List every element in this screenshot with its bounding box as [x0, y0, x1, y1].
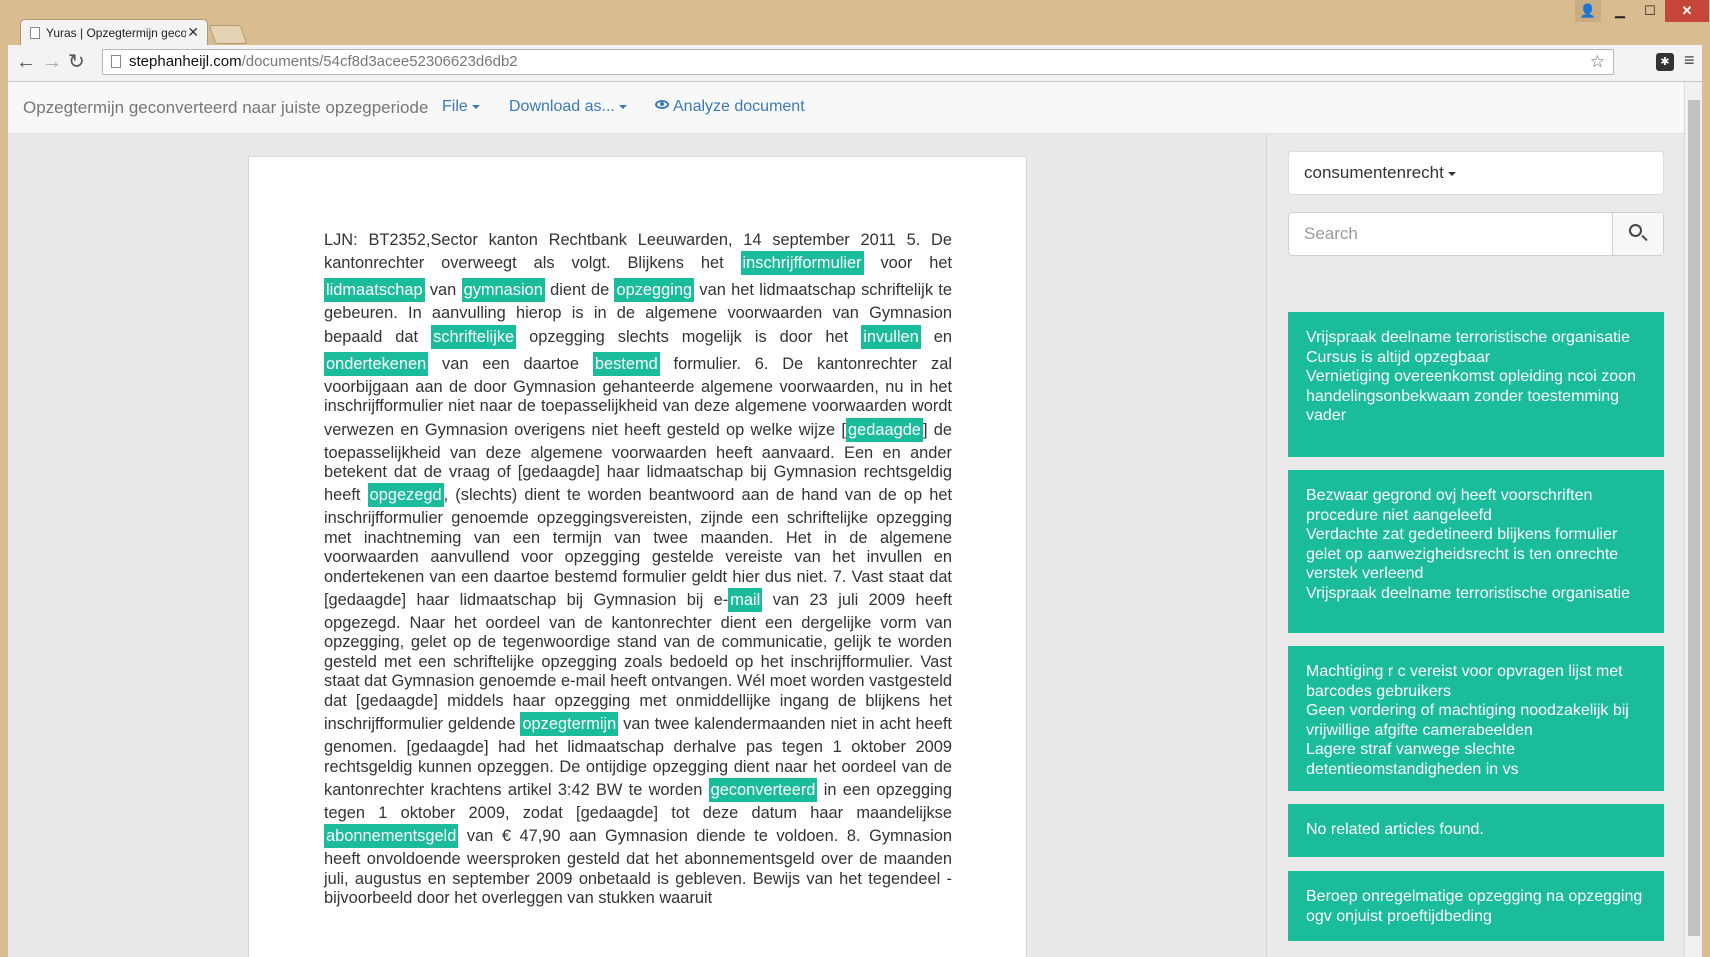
related-article-link[interactable]: No related articles found.: [1306, 820, 1646, 840]
search-box: [1288, 212, 1664, 256]
address-bar[interactable]: stephanheijl.com/documents/54cf8d3acee52…: [102, 49, 1614, 75]
url-domain: stephanheijl.com: [129, 53, 242, 70]
search-button[interactable]: [1612, 213, 1663, 255]
related-article-card: Beroep onregelmatige opzegging na opzegg…: [1288, 871, 1664, 941]
file-label: File: [442, 98, 468, 115]
new-tab-button[interactable]: [208, 25, 248, 44]
caret-down-icon: [618, 104, 627, 109]
highlighted-term[interactable]: mail: [728, 588, 763, 613]
browser-window: Yuras | Opzegtermijn geco ✕ 👤 ▁ ☐ ✕ ← → …: [0, 0, 1710, 957]
back-arrow-icon[interactable]: ←: [16, 51, 36, 73]
scrollbar-thumb[interactable]: [1688, 100, 1700, 936]
page-viewport: Opzegtermijn geconverteerd naar juiste o…: [8, 82, 1702, 957]
related-article-card: No related articles found.: [1288, 804, 1664, 857]
highlighted-term[interactable]: inschrijfformulier: [740, 251, 864, 276]
highlighted-term[interactable]: bestemd: [592, 351, 660, 376]
category-label: consumentenrecht: [1304, 163, 1444, 182]
related-article-link[interactable]: Bezwaar gegrond ovj heeft voorschriften …: [1306, 486, 1646, 525]
page-icon: [111, 55, 121, 68]
related-article-link[interactable]: Vernietiging overeenkomst opleiding ncoi…: [1306, 367, 1646, 426]
maximize-button[interactable]: ☐: [1635, 0, 1665, 22]
browser-toolbar: ← → ↻ stephanheijl.com/documents/54cf8d3…: [8, 45, 1702, 82]
related-article-link[interactable]: Machtiging r c vereist voor opvragen lij…: [1306, 662, 1646, 701]
highlighted-term[interactable]: gedaagde: [846, 417, 923, 442]
highlighted-term[interactable]: abonnementsgeld: [324, 824, 459, 849]
highlighted-term[interactable]: gymnasion: [461, 278, 545, 303]
related-article-card: Machtiging r c vereist voor opvragen lij…: [1288, 646, 1664, 791]
site-navbar: Opzegtermijn geconverteerd naar juiste o…: [8, 82, 1684, 134]
related-article-link[interactable]: Geen vordering of machtiging noodzakelij…: [1306, 701, 1646, 740]
document-area: LJN: BT2352,Sector kanton Rechtbank Leeu…: [8, 134, 1266, 957]
related-article-link[interactable]: Lagere straf vanwege slechte detentieoms…: [1306, 740, 1646, 779]
document-text-run: en: [920, 327, 952, 346]
document-page: LJN: BT2352,Sector kanton Rechtbank Leeu…: [248, 156, 1027, 957]
analyze-label: Analyze document: [673, 98, 805, 115]
eye-icon: [655, 100, 669, 110]
download-menu[interactable]: Download as...: [509, 98, 627, 116]
bookmark-star-icon[interactable]: ☆: [1590, 50, 1605, 74]
document-title[interactable]: Opzegtermijn geconverteerd naar juiste o…: [23, 98, 428, 118]
highlighted-term[interactable]: geconverteerd: [708, 777, 818, 802]
url-text: stephanheijl.com/documents/54cf8d3acee52…: [129, 50, 518, 74]
highlighted-term[interactable]: opzegtermijn: [520, 712, 619, 737]
analyze-document-link[interactable]: Analyze document: [655, 98, 805, 116]
search-icon: [1629, 224, 1642, 237]
related-article-link[interactable]: Vrijspraak deelname terroristische organ…: [1306, 328, 1646, 348]
search-input[interactable]: [1289, 213, 1614, 255]
category-dropdown[interactable]: consumentenrecht: [1288, 151, 1664, 195]
minimize-button[interactable]: ▁: [1605, 0, 1635, 22]
extension-icon[interactable]: ✱: [1656, 53, 1674, 71]
caret-down-icon: [1447, 171, 1456, 176]
tab-title: Yuras | Opzegtermijn geco: [46, 26, 186, 40]
browser-menu-icon[interactable]: ≡: [1684, 50, 1695, 71]
user-icon[interactable]: 👤: [1575, 0, 1601, 22]
document-text-run: van: [424, 281, 462, 300]
document-text-run: opzegging slechts mogelijk is door het: [516, 327, 862, 346]
url-path: /documents/54cf8d3acee52306623d6db2: [241, 53, 518, 70]
caret-down-icon: [471, 104, 480, 109]
related-article-card: Bezwaar gegrond ovj heeft voorschriften …: [1288, 470, 1664, 633]
tab-bar: Yuras | Opzegtermijn geco ✕ 👤 ▁ ☐ ✕: [0, 0, 1710, 46]
related-article-link[interactable]: Beroep onregelmatige opzegging na opzegg…: [1306, 887, 1646, 926]
forward-arrow-icon[interactable]: →: [42, 51, 62, 73]
highlighted-term[interactable]: ondertekenen: [324, 351, 429, 376]
highlighted-term[interactable]: invullen: [861, 324, 921, 349]
browser-tab[interactable]: Yuras | Opzegtermijn geco ✕: [20, 19, 208, 46]
document-text-run: voor het: [863, 254, 952, 273]
highlighted-term[interactable]: opzegging: [614, 278, 695, 303]
highlighted-term[interactable]: schriftelijke: [431, 324, 517, 349]
document-text: LJN: BT2352,Sector kanton Rechtbank Leeu…: [324, 231, 952, 909]
related-article-link[interactable]: Verdachte zat gedetineerd blijkens formu…: [1306, 525, 1646, 584]
highlighted-term[interactable]: lidmaatschap: [324, 278, 425, 303]
download-label: Download as...: [509, 98, 615, 115]
reload-icon[interactable]: ↻: [68, 51, 85, 73]
document-text-run: van een daartoe: [428, 354, 593, 373]
related-sidebar: consumentenrecht Vrijspraak deelname ter…: [1266, 134, 1684, 957]
page-scrollbar[interactable]: [1684, 82, 1702, 957]
close-window-button[interactable]: ✕: [1665, 0, 1709, 22]
file-menu[interactable]: File: [442, 98, 480, 116]
page-icon: [30, 27, 40, 39]
related-article-link[interactable]: Vrijspraak deelname terroristische organ…: [1306, 584, 1646, 604]
document-text-run: dient de: [544, 281, 615, 300]
related-article-card: Vrijspraak deelname terroristische organ…: [1288, 312, 1664, 457]
document-text-run: van 23 juli 2009 heeft opgezegd. Naar he…: [324, 591, 952, 734]
related-article-link[interactable]: Cursus is altijd opzegbaar: [1306, 348, 1646, 368]
highlighted-term[interactable]: opgezegd: [367, 483, 444, 508]
close-tab-icon[interactable]: ✕: [187, 24, 199, 41]
